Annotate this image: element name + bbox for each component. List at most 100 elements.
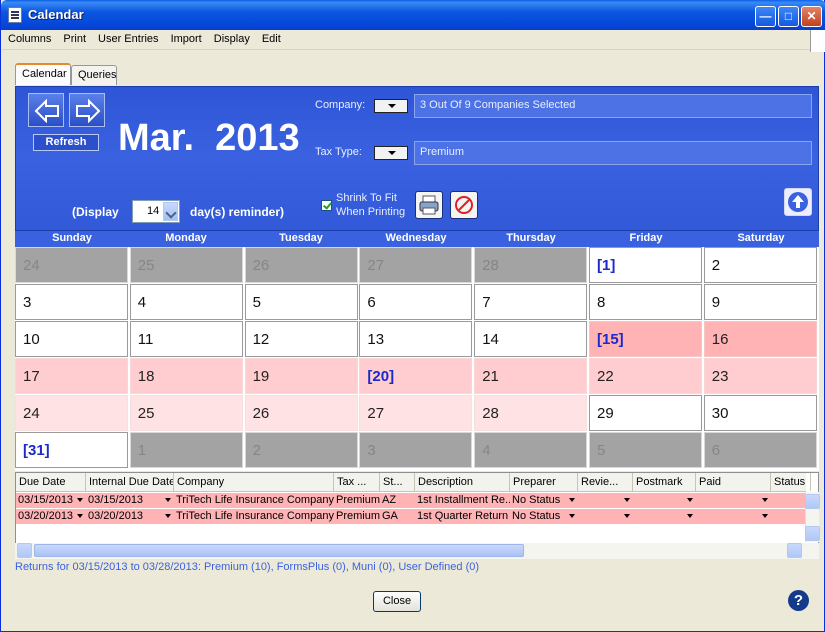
next-month-button[interactable] <box>69 93 105 127</box>
column-header[interactable]: Due Date <box>16 473 86 491</box>
chevron-down-icon[interactable] <box>77 498 83 502</box>
tab-queries[interactable]: Queries <box>71 65 117 85</box>
column-header[interactable]: Preparer <box>510 473 578 491</box>
calendar-day-cell[interactable]: 3 <box>15 284 128 320</box>
table-row[interactable]: 03/15/2013 03/15/2013 TriTech Life Insuran… <box>16 493 806 508</box>
calendar-day-cell[interactable]: 18 <box>129 358 243 394</box>
calendar-day-cell[interactable]: 6 <box>703 432 817 468</box>
chevron-down-icon[interactable] <box>687 498 693 502</box>
scroll-down-arrow[interactable] <box>805 526 820 541</box>
chevron-down-icon[interactable] <box>165 514 171 518</box>
calendar-day-cell[interactable]: 30 <box>703 395 817 431</box>
chevron-down-icon[interactable] <box>762 498 768 502</box>
calendar-day-cell[interactable]: 6 <box>359 284 473 320</box>
previous-month-button[interactable] <box>28 93 64 127</box>
chevron-down-icon[interactable] <box>569 514 575 518</box>
column-header[interactable]: Description <box>415 473 510 491</box>
shrink-to-fit-checkbox[interactable] <box>321 200 332 211</box>
close-window-button[interactable]: ✕ <box>801 6 822 27</box>
calendar-day-cell[interactable]: 25 <box>129 247 243 283</box>
calendar-day-cell[interactable]: [15] <box>589 321 702 357</box>
taxtype-field[interactable]: Premium <box>414 141 812 165</box>
calendar-day-cell[interactable]: 17 <box>15 358 128 394</box>
chevron-down-icon[interactable] <box>624 498 630 502</box>
chevron-down-icon[interactable] <box>624 514 630 518</box>
menu-edit[interactable]: Edit <box>256 30 287 45</box>
company-dropdown-button[interactable] <box>374 99 408 113</box>
menu-user-entries[interactable]: User Entries <box>92 30 165 45</box>
calendar-day-cell[interactable]: 2 <box>244 432 358 468</box>
print-button[interactable] <box>415 191 443 219</box>
calendar-day-cell[interactable]: 24 <box>15 395 128 431</box>
scroll-up-arrow[interactable] <box>805 494 820 509</box>
calendar-day-cell[interactable]: 12 <box>244 321 358 357</box>
calendar-day-cell[interactable]: 28 <box>474 395 588 431</box>
calendar-day-cell[interactable]: 16 <box>703 321 817 357</box>
close-button[interactable]: Close <box>373 591 421 612</box>
calendar-day-cell[interactable]: 9 <box>703 284 817 320</box>
chevron-down-icon[interactable] <box>687 514 693 518</box>
calendar-day-cell[interactable]: 14 <box>474 321 588 357</box>
calendar-day-cell[interactable]: 5 <box>244 284 358 320</box>
column-header[interactable]: Postmark <box>633 473 696 491</box>
calendar-day-cell[interactable]: 5 <box>589 432 702 468</box>
table-row[interactable]: 03/20/2013 03/20/2013 TriTech Life Insuran… <box>16 509 806 524</box>
horizontal-scroll-thumb[interactable] <box>34 544 524 557</box>
tab-calendar[interactable]: Calendar <box>15 63 71 85</box>
column-header[interactable]: Status <box>771 473 811 491</box>
menu-display[interactable]: Display <box>208 30 256 45</box>
calendar-day-cell[interactable]: [31] <box>15 432 128 468</box>
maximize-button[interactable]: □ <box>778 6 799 27</box>
calendar-day-cell[interactable]: 7 <box>474 284 588 320</box>
column-header[interactable]: Tax ... <box>334 473 380 491</box>
calendar-day-cell[interactable]: 3 <box>359 432 473 468</box>
calendar-day-cell[interactable]: 26 <box>244 247 358 283</box>
scroll-up-button[interactable] <box>784 188 812 216</box>
taxtype-dropdown-button[interactable] <box>374 146 408 160</box>
scroll-left-arrow[interactable] <box>17 543 32 558</box>
minimize-button[interactable]: — <box>755 6 776 27</box>
column-header[interactable]: Company <box>174 473 334 491</box>
calendar-day-cell[interactable]: 22 <box>589 358 702 394</box>
column-header[interactable]: Internal Due Date <box>86 473 174 491</box>
calendar-day-cell[interactable]: 4 <box>474 432 588 468</box>
calendar-day-cell[interactable]: 28 <box>474 247 588 283</box>
reminder-days-spinner[interactable]: 14 <box>132 200 180 223</box>
menu-columns[interactable]: Columns <box>2 30 57 45</box>
calendar-day-cell[interactable]: 27 <box>359 395 473 431</box>
chevron-down-icon[interactable] <box>762 514 768 518</box>
menu-print[interactable]: Print <box>57 30 92 45</box>
column-header[interactable]: Revie... <box>578 473 633 491</box>
calendar-day-cell[interactable]: 24 <box>15 247 128 283</box>
horizontal-scrollbar[interactable] <box>15 543 819 559</box>
calendar-day-cell[interactable]: 10 <box>15 321 128 357</box>
column-header[interactable]: St... <box>380 473 415 491</box>
help-icon[interactable]: ? <box>788 590 809 611</box>
calendar-day-cell[interactable]: 1 <box>129 432 243 468</box>
calendar-day-cell[interactable]: 13 <box>359 321 473 357</box>
calendar-day-cell[interactable]: 11 <box>129 321 243 357</box>
calendar-day-cell[interactable]: 8 <box>589 284 702 320</box>
calendar-day-cell[interactable]: 4 <box>129 284 243 320</box>
column-header[interactable]: Paid <box>696 473 771 491</box>
chevron-down-icon[interactable] <box>165 498 171 502</box>
pdf-button[interactable] <box>450 191 478 219</box>
chevron-down-icon[interactable] <box>77 514 83 518</box>
chevron-down-icon[interactable] <box>163 202 178 221</box>
calendar-day-cell[interactable]: 23 <box>703 358 817 394</box>
calendar-day-cell[interactable]: 2 <box>703 247 817 283</box>
calendar-day-cell[interactable]: 21 <box>474 358 588 394</box>
calendar-day-cell[interactable]: [20] <box>359 358 473 394</box>
vertical-scrollbar[interactable] <box>805 492 820 542</box>
refresh-button[interactable]: Refresh <box>33 134 99 151</box>
calendar-day-cell[interactable]: 25 <box>129 395 243 431</box>
company-field[interactable]: 3 Out Of 9 Companies Selected <box>414 94 812 118</box>
calendar-day-cell[interactable]: [1] <box>589 247 702 283</box>
chevron-down-icon[interactable] <box>569 498 575 502</box>
calendar-day-cell[interactable]: 26 <box>244 395 358 431</box>
calendar-day-cell[interactable]: 29 <box>589 395 702 431</box>
scroll-right-arrow[interactable] <box>787 543 802 558</box>
calendar-day-cell[interactable]: 19 <box>244 358 358 394</box>
menu-import[interactable]: Import <box>165 30 208 45</box>
calendar-day-cell[interactable]: 27 <box>359 247 473 283</box>
